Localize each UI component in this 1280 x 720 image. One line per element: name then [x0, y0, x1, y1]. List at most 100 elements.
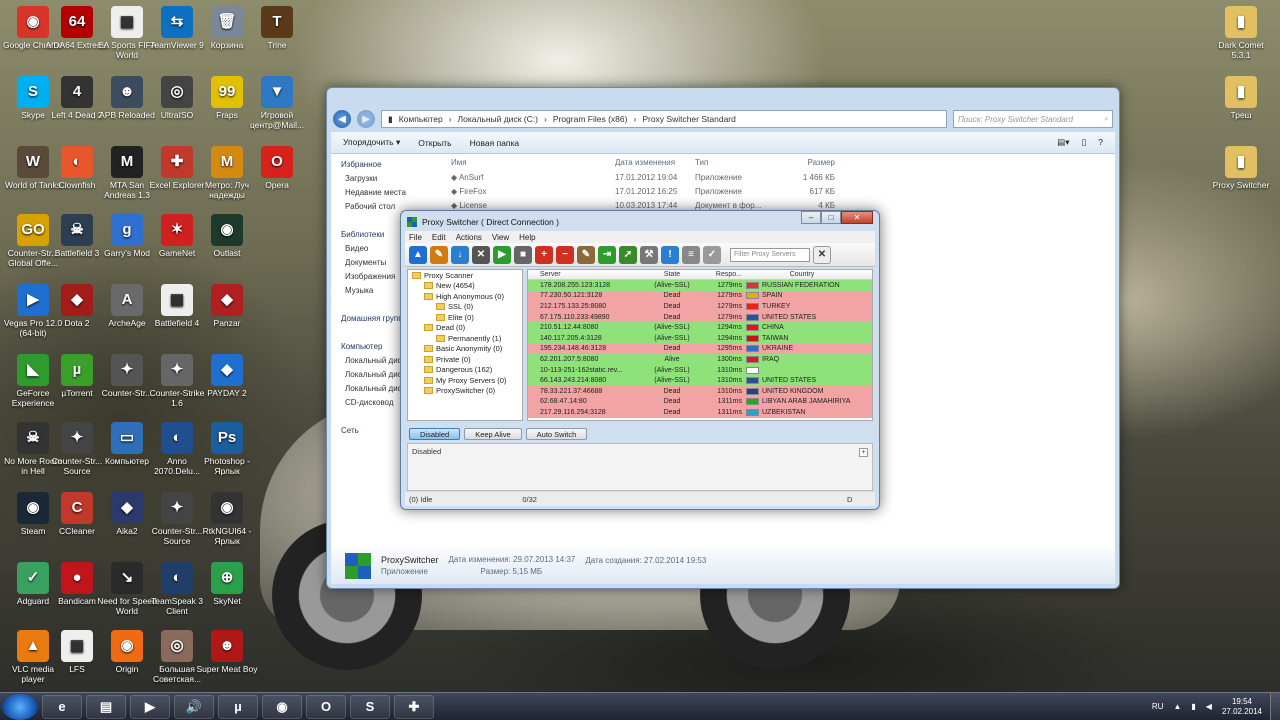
check-icon[interactable]: ✓	[703, 245, 721, 264]
desktop-icon[interactable]: T Trine	[244, 6, 310, 50]
nav-item[interactable]: Рабочий стол	[331, 202, 407, 216]
delete-icon[interactable]: ✕	[472, 245, 490, 264]
column-state[interactable]: State	[642, 271, 702, 278]
desktop-icon[interactable]: ⊕ SkyNet	[194, 562, 260, 606]
maximize-button[interactable]: □	[821, 211, 841, 224]
desktop-icon[interactable]: ☻ Super Meat Boy	[194, 630, 260, 674]
nav-item[interactable]: Домашняя группа	[331, 314, 407, 328]
nav-item[interactable]: Загрузки	[331, 174, 407, 188]
column-date[interactable]: Дата изменения	[615, 158, 695, 167]
desktop-icon[interactable]: ◉ RtkNGUI64 - Ярлык	[194, 492, 260, 546]
breadcrumb-item[interactable]: Локальный диск (C:)	[458, 114, 538, 124]
tree-item[interactable]: Dead (0)	[408, 323, 522, 334]
tree-item[interactable]: Proxy Scanner	[408, 270, 522, 281]
desktop-icon[interactable]: ◆ Panzar	[194, 284, 260, 328]
toolbar-button[interactable]: Новая папка	[470, 138, 520, 148]
nav-item[interactable]: Библиотеки	[331, 230, 407, 244]
column-name[interactable]: Имя	[441, 158, 615, 167]
close-button[interactable]: ✕	[841, 211, 873, 224]
nav-item[interactable]: Недавние места	[331, 188, 407, 202]
column-type[interactable]: Тип	[695, 158, 775, 167]
edit-icon[interactable]: ✎	[577, 245, 595, 264]
taskbar-app-icon[interactable]: ✚	[394, 694, 434, 719]
proxy-row[interactable]: 217.29.116.254:3128 Dead 1311ms UZBEKISTAN	[528, 407, 872, 418]
play-icon[interactable]: ▶	[493, 245, 511, 264]
filter-input[interactable]: Filter Proxy Servers	[730, 247, 810, 262]
nav-item[interactable]: Документы	[331, 258, 407, 272]
column-country[interactable]: Country	[746, 271, 858, 278]
tree-item[interactable]: ProxySwitcher (0)	[408, 386, 522, 397]
breadcrumb-item[interactable]: Компьютер	[399, 114, 443, 124]
nav-item[interactable]: Изображения	[331, 272, 407, 286]
remove-icon[interactable]: −	[556, 245, 574, 264]
mode-button[interactable]: Auto Switch	[525, 428, 588, 440]
search-input[interactable]: Поиск: Proxy Switcher Standard ⌕	[953, 110, 1113, 128]
tray-arrow-icon[interactable]: ▲	[1173, 702, 1181, 711]
proxy-row[interactable]: 10-113-251-162static.rev... (Alive-SSL) 13…	[528, 364, 872, 376]
breadcrumb[interactable]: ▮ Компьютер › Локальный диск (C:) › Program F…	[381, 110, 947, 128]
mode-button[interactable]: Keep Alive	[464, 428, 522, 440]
proxy-row[interactable]: 178.208.255.123:3128 (Alive-SSL) 1279ms RUS…	[528, 280, 872, 291]
taskbar-app-icon[interactable]: 🔊	[174, 694, 214, 719]
preview-pane-icon[interactable]: ▯	[1082, 137, 1087, 148]
column-server[interactable]: Server	[528, 271, 642, 278]
nav-item[interactable]: Локальный диск (C:)	[331, 356, 407, 370]
add-icon[interactable]: +	[535, 245, 553, 264]
proxy-row[interactable]: 77.230.50.121:3128 Dead 1279ms SPAIN	[528, 290, 872, 302]
breadcrumb-item[interactable]: Proxy Switcher Standard	[642, 114, 736, 124]
tree-item[interactable]: High Anonymous (0)	[408, 291, 522, 302]
nav-item[interactable]: Избранное	[331, 160, 407, 174]
proxy-row[interactable]: 212.175.133.25:8080 Dead 1279ms TURKEY	[528, 301, 872, 312]
desktop-icon[interactable]: ◆ PAYDAY 2	[194, 354, 260, 398]
proxy-row[interactable]: 62.68.47.14:80 Dead 1311ms LIBYAN ARAB JAMA…	[528, 396, 872, 408]
taskbar-app-icon[interactable]: e	[42, 694, 82, 719]
proxy-row[interactable]: 66.143.243.214:8080 (Alive-SSL) 1310ms UNIT…	[528, 375, 872, 386]
views-icon[interactable]: ▤▾	[1057, 137, 1069, 148]
nav-item[interactable]: Компьютер	[331, 342, 407, 356]
column-size[interactable]: Размер	[775, 158, 836, 167]
nav-item[interactable]: CD-дисковод	[331, 398, 407, 412]
tree-item[interactable]: Permanently (1)	[408, 333, 522, 344]
tree-item[interactable]: Basic Anonymity (0)	[408, 344, 522, 355]
mode-button[interactable]: Disabled	[409, 428, 461, 440]
tree-item[interactable]: Dangerous (162)	[408, 365, 522, 376]
taskbar-app-icon[interactable]: O	[306, 694, 346, 719]
proxy-switcher-window[interactable]: Proxy Switcher ( Direct Connection ) – □…	[400, 210, 880, 510]
tools-icon[interactable]: ⚒	[640, 245, 658, 264]
proxy-row[interactable]: 67.175.110.233:49890 Dead 1279ms UNITED STA…	[528, 311, 872, 323]
nav-item[interactable]: Музыка	[331, 286, 407, 300]
file-row[interactable]: ◆ FireFox 17.01.2012 16:25 Приложение 617 К…	[441, 184, 1115, 198]
proxy-row[interactable]: 62.201.207.5:8080 Alive 1300ms IRAQ	[528, 354, 872, 365]
export-icon[interactable]: ⇥	[598, 245, 616, 264]
start-button[interactable]	[2, 693, 38, 720]
menu-item[interactable]: File	[409, 233, 422, 242]
file-row[interactable]: ◆ AnSurf 17.01.2012 19:04 Приложение 1 466 …	[441, 170, 1115, 184]
taskbar-app-icon[interactable]: ▤	[86, 694, 126, 719]
scan-icon[interactable]: ✎	[430, 245, 448, 264]
taskbar-app-icon[interactable]: ◉	[262, 694, 302, 719]
list-icon[interactable]: ≡	[682, 245, 700, 264]
tree-item[interactable]: Elite (0)	[408, 312, 522, 323]
desktop-icon[interactable]: ◉ Outlast	[194, 214, 260, 258]
proxy-row[interactable]: 78.33.221.37:46688 Dead 1310ms UNITED KINGD…	[528, 385, 872, 397]
taskbar-app-icon[interactable]: S	[350, 694, 390, 719]
nav-item[interactable]: Видео	[331, 244, 407, 258]
show-desktop-button[interactable]	[1270, 692, 1280, 720]
desktop-icon[interactable]: O Opera	[244, 146, 310, 190]
desktop-icon[interactable]: ▮ Треш	[1208, 76, 1274, 120]
tree-item[interactable]: Private (0)	[408, 354, 522, 365]
rocket-icon[interactable]: ➚	[619, 245, 637, 264]
language-indicator[interactable]: RU	[1152, 702, 1164, 711]
network-icon[interactable]: ▮	[1191, 702, 1195, 711]
back-arrow-icon[interactable]: ◀	[333, 110, 351, 128]
desktop-icon[interactable]: Ps Photoshop - Ярлык	[194, 422, 260, 476]
tree-item[interactable]: My Proxy Servers (0)	[408, 375, 522, 386]
taskbar-app-icon[interactable]: µ	[218, 694, 258, 719]
column-response[interactable]: Respo...	[702, 271, 746, 278]
nav-item[interactable]: Локальный диск (D:)	[331, 370, 407, 384]
toolbar-button[interactable]: Упорядочить ▾	[343, 137, 400, 148]
clock[interactable]: 19:54 27.02.2014	[1222, 697, 1262, 717]
warning-icon[interactable]: !	[661, 245, 679, 264]
nav-item[interactable]: Локальный диск (E:)	[331, 384, 407, 398]
minimize-button[interactable]: –	[801, 211, 821, 224]
